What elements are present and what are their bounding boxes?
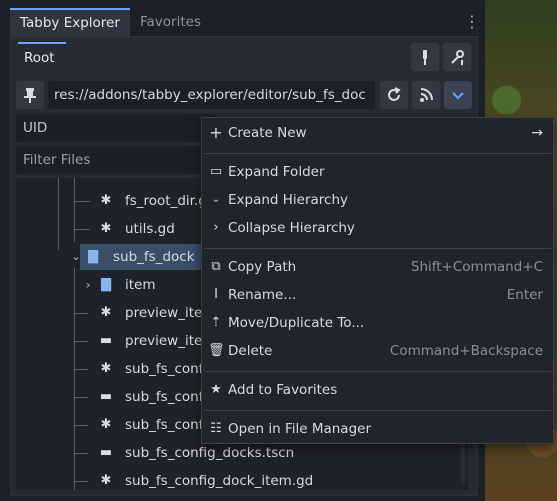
refresh-icon xyxy=(388,87,401,101)
copy-icon: ⧉ xyxy=(211,259,221,274)
menu-separator xyxy=(204,153,551,154)
path-input[interactable]: res://addons/tabby_explorer/editor/sub_f… xyxy=(48,81,375,109)
tab-root[interactable]: Root xyxy=(18,42,66,72)
context-menu: + Create New → ▭ Expand Folder ⌄ Expand … xyxy=(201,117,554,444)
feed-button[interactable] xyxy=(412,81,440,109)
brush-button[interactable] xyxy=(411,43,439,71)
pin-button[interactable] xyxy=(16,81,44,109)
chevron-down-icon[interactable]: ⌄ xyxy=(68,244,84,270)
chevron-right-icon[interactable]: › xyxy=(80,272,96,298)
folder-open-icon: ▭ xyxy=(209,164,223,179)
gear-icon: ✱ xyxy=(100,305,112,320)
menu-separator xyxy=(204,371,551,372)
plus-icon: + xyxy=(209,123,223,142)
tools-icon xyxy=(451,50,464,65)
chevron-right-icon: › xyxy=(213,220,219,235)
menu-dropdown-button[interactable] xyxy=(444,81,472,109)
menu-item-collapse-hierarchy[interactable]: › Collapse Hierarchy xyxy=(202,214,553,242)
tab-tabby-explorer[interactable]: Tabby Explorer xyxy=(10,8,130,36)
trash-icon: 🗑 xyxy=(208,343,225,358)
tools-button[interactable] xyxy=(443,43,471,71)
folder-icon: ▇ xyxy=(88,249,98,264)
brush-icon xyxy=(423,50,427,65)
scene-icon: ▬ xyxy=(99,389,113,404)
scene-icon: ▬ xyxy=(99,333,113,348)
scene-icon: ▬ xyxy=(99,445,113,460)
chevron-down-icon xyxy=(452,92,464,100)
menu-item-open-file-manager[interactable]: ☷ Open in File Manager xyxy=(202,415,553,443)
file-manager-icon: ☷ xyxy=(210,421,222,436)
pin-icon xyxy=(24,88,36,103)
menu-separator xyxy=(204,248,551,249)
gear-icon: ✱ xyxy=(100,417,112,432)
gear-icon: ✱ xyxy=(100,221,112,236)
chevron-down-icon: ⌄ xyxy=(211,194,221,205)
gear-icon: ✱ xyxy=(100,361,112,376)
menu-item-expand-folder[interactable]: ▭ Expand Folder xyxy=(202,158,553,186)
filter-files-input[interactable]: Filter Files xyxy=(16,146,216,174)
menu-item-expand-hierarchy[interactable]: ⌄ Expand Hierarchy xyxy=(202,186,553,214)
feed-icon xyxy=(420,88,433,102)
refresh-button[interactable] xyxy=(380,81,408,109)
move-up-icon: ⇡ xyxy=(210,315,222,330)
menu-item-add-favorites[interactable]: ★ Add to Favorites xyxy=(202,376,553,404)
tab-bar: Tabby Explorer Favorites ⋮ xyxy=(10,8,480,36)
menu-item-rename[interactable]: I Rename... Enter xyxy=(202,281,553,309)
tab-favorites[interactable]: Favorites xyxy=(130,8,228,36)
menu-item-copy-path[interactable]: ⧉ Copy Path Shift+Command+C xyxy=(202,253,553,281)
arrow-right-icon: → xyxy=(531,125,543,141)
star-icon: ★ xyxy=(210,382,222,397)
rename-icon: I xyxy=(214,287,218,302)
menu-item-move-duplicate[interactable]: ⇡ Move/Duplicate To... xyxy=(202,309,553,337)
gear-icon: ✱ xyxy=(100,193,112,208)
more-options-icon[interactable]: ⋮ xyxy=(464,12,480,32)
gear-icon: ✱ xyxy=(100,473,112,488)
uid-field[interactable]: UID xyxy=(16,114,216,142)
folder-icon: ▇ xyxy=(101,277,111,292)
tree-row[interactable]: ✱ sub_fs_config_dock_item.gd xyxy=(16,468,468,490)
menu-separator xyxy=(204,410,551,411)
menu-item-create-new[interactable]: + Create New → xyxy=(202,119,553,147)
menu-item-delete[interactable]: 🗑 Delete Command+Backspace xyxy=(202,337,553,365)
